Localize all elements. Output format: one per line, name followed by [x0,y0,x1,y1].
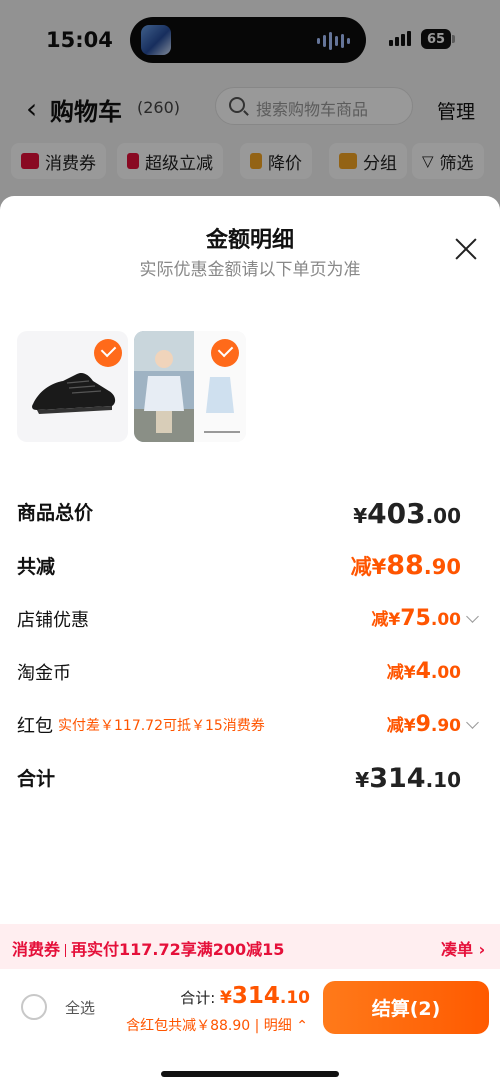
store-discount-label: 店铺优惠 [17,610,89,631]
coupon-promo-bar[interactable]: 消费券 再实付117.72享满200减15 凑单 › [0,924,500,969]
product-thumbnail-shoe[interactable] [17,331,128,442]
red-packet-label: 红包 [17,716,53,737]
promo-text: 消费券 再实付117.72享满200减15 [12,936,284,960]
home-indicator [161,1071,339,1077]
sheet-title: 金额明细 [205,228,294,253]
taojinbi-value: 减¥4.00 [386,659,461,684]
promo-tag: 消费券 [12,940,61,959]
discount-detail-toggle[interactable]: 含红包共减￥88.90 | 明细 ⌃ [126,1015,308,1035]
select-all-checkbox[interactable] [21,994,47,1020]
discount-total-value: 减¥88.90 [350,550,461,581]
product-selected-check-icon[interactable] [211,339,239,367]
red-packet-value[interactable]: 减¥9.90 [387,711,461,737]
promo-message: 再实付117.72享满200减15 [71,940,285,959]
select-all-label[interactable]: 全选 [65,997,95,1018]
checkout-button[interactable]: 结算(2) [323,981,489,1034]
sheet-subtitle: 实际优惠金额请以下单页为准 [139,260,361,280]
product-thumbnail-jacket[interactable] [134,331,246,442]
red-packet-note: 实付差￥117.72可抵￥15消费券 [58,718,265,734]
store-discount-value[interactable]: 减¥75.00 [371,605,461,631]
discount-total-label: 共减 [17,556,56,578]
chevron-up-icon: ⌃ [291,1018,308,1034]
close-icon[interactable] [452,235,480,263]
footer-total: 合计: ¥314.10 [180,983,310,1009]
taojinbi-label: 淘金币 [17,663,71,684]
total-value: ¥314.10 [355,763,461,794]
product-selected-check-icon[interactable] [94,339,122,367]
promo-divider [65,944,67,957]
subtotal-label: 商品总价 [17,502,94,524]
add-items-link[interactable]: 凑单 › [441,936,485,960]
total-label: 合计 [17,768,56,790]
subtotal-value: ¥403.00 [353,497,461,530]
